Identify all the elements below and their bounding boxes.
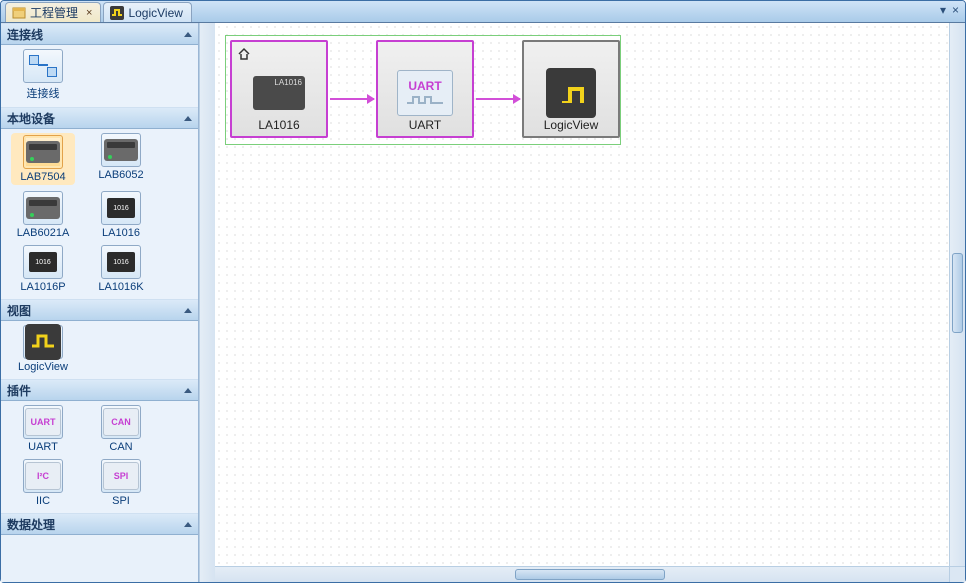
sidebar-item-la1016[interactable]: 1016 LA1016 [89,191,153,239]
project-icon [12,6,26,20]
flow-container: LA1016 LA1016 UART [225,35,621,145]
sidebar-item-label: LAB7504 [20,171,65,183]
sidebar-item-lab6021a[interactable]: LAB6021A [11,191,75,239]
device-chip-icon: LA1016 [250,68,308,118]
sidebar-item-connector[interactable]: 连接线 [11,49,75,101]
panel-header-plugins[interactable]: 插件 [1,379,198,401]
arrow-icon [330,98,374,100]
panel-header-connector[interactable]: 连接线 [1,23,198,45]
close-icon[interactable]: × [86,7,92,19]
logicview-block-icon [542,68,600,118]
sidebar-item-la1016k[interactable]: 1016 LA1016K [89,245,153,293]
sidebar-item-label: SPI [112,495,130,507]
node-label: LA1016 [258,118,299,132]
sidebar-item-uart[interactable]: UART UART [11,405,75,453]
horizontal-scrollbar[interactable] [215,566,949,582]
sidebar-item-lab7504[interactable]: LAB7504 [11,133,75,185]
logicview-icon [23,325,63,359]
chip-icon: 1016 [101,245,141,279]
device-card-icon [23,191,63,225]
sidebar-item-label: CAN [109,441,132,453]
main-area: LA1016 LA1016 UART [215,23,965,582]
tab-project-manager[interactable]: 工程管理 × [5,2,101,22]
iic-icon: I²C [23,459,63,493]
panel-title: 连接线 [7,26,43,43]
sidebar-item-label: IIC [36,495,50,507]
sidebar-item-label: LA1016P [20,281,65,293]
close-icon[interactable]: × [952,3,959,17]
sidebar-scrollbar[interactable] [199,23,215,582]
sidebar-item-logicview[interactable]: LogicView [11,325,75,373]
spi-icon: SPI [101,459,141,493]
tab-label: LogicView [128,6,182,20]
scrollbar-thumb[interactable] [952,253,963,333]
panel-plugins: UART UART CAN CAN I²C IIC SPI SPI [1,401,198,513]
panel-title: 数据处理 [7,516,55,533]
chip-icon: 1016 [23,245,63,279]
chip-icon: 1016 [101,191,141,225]
sidebar-item-label: 连接线 [27,85,60,101]
panel-devices: LAB7504 LAB6052 LAB6021A 1016 LA1016 [1,129,198,299]
scrollbar-corner [949,566,965,582]
logicview-icon [110,6,124,20]
sidebar-item-lab6052[interactable]: LAB6052 [89,133,153,185]
can-icon: CAN [101,405,141,439]
sidebar-item-label: UART [28,441,58,453]
sidebar-item-iic[interactable]: I²C IIC [11,459,75,507]
panel-title: 视图 [7,302,31,319]
sidebar-item-label: LogicView [18,361,68,373]
scrollbar-thumb[interactable] [515,569,665,580]
sidebar: 连接线 连接线 本地设备 [1,23,199,582]
panel-header-views[interactable]: 视图 [1,299,198,321]
panel-title: 本地设备 [7,110,55,127]
body: 连接线 连接线 本地设备 [1,23,965,582]
sidebar-item-label: LA1016K [98,281,143,293]
panel-header-devices[interactable]: 本地设备 [1,107,198,129]
sidebar-item-can[interactable]: CAN CAN [89,405,153,453]
canvas-wrap: LA1016 LA1016 UART [215,23,965,582]
sidebar-item-label: LAB6052 [98,169,143,181]
tabbar-controls: ▾ × [940,3,959,17]
node-label: UART [409,118,441,132]
node-logicview[interactable]: LogicView [522,40,620,138]
panel-views: LogicView [1,321,198,379]
app-window: 工程管理 × LogicView ▾ × 连接线 [0,0,966,583]
sidebar-item-la1016p[interactable]: 1016 LA1016P [11,245,75,293]
panel-connector: 连接线 [1,45,198,107]
device-card-icon [101,133,141,167]
uart-icon: UART [23,405,63,439]
panel-title: 插件 [7,382,31,399]
tab-bar: 工程管理 × LogicView ▾ × [1,1,965,23]
tab-label: 工程管理 [30,4,78,21]
node-la1016[interactable]: LA1016 LA1016 [230,40,328,138]
node-label: LogicView [544,118,598,132]
tab-logicview[interactable]: LogicView [103,2,191,22]
vertical-scrollbar[interactable] [949,23,965,566]
arrow-icon [476,98,520,100]
panel-header-dataproc[interactable]: 数据处理 [1,513,198,535]
chevron-down-icon[interactable]: ▾ [940,3,946,17]
sidebar-item-spi[interactable]: SPI SPI [89,459,153,507]
device-card-icon [23,135,63,169]
home-icon [236,46,252,62]
uart-block-icon: UART [396,68,454,118]
node-uart[interactable]: UART UART [376,40,474,138]
canvas[interactable]: LA1016 LA1016 UART [215,23,949,566]
connector-icon [23,49,63,83]
sidebar-item-label: LA1016 [102,227,140,239]
sidebar-item-label: LAB6021A [17,227,70,239]
